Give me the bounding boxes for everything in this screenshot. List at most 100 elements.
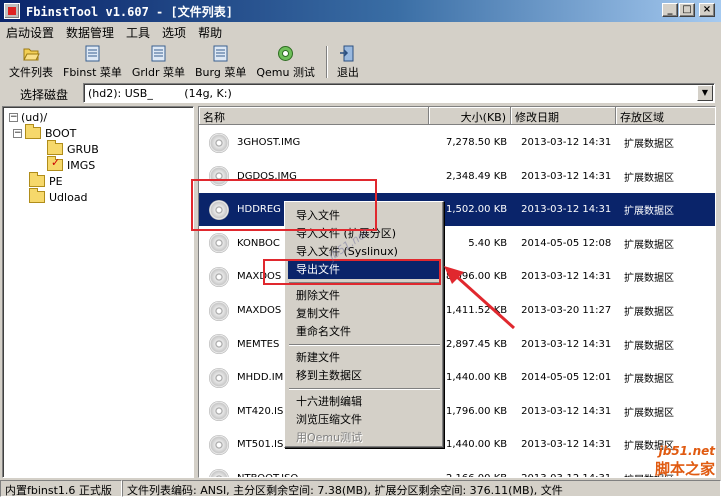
dropdown-arrow-icon[interactable]: ▼	[697, 85, 713, 101]
disc-image-icon	[209, 233, 229, 254]
file-date: 2013-03-12 14:31	[521, 137, 612, 148]
column-date[interactable]: 修改日期	[511, 107, 616, 125]
disc-image-icon	[209, 434, 229, 455]
file-area: 扩展数据区	[624, 340, 675, 352]
menu-tools[interactable]: 工具	[120, 22, 156, 41]
tree-node-label: PE	[49, 174, 63, 188]
file-area: 扩展数据区	[624, 407, 675, 419]
maximize-button[interactable]: □	[679, 3, 695, 17]
menu-startup-settings[interactable]: 启动设置	[0, 22, 60, 41]
folder-icon	[47, 140, 63, 155]
context-menu-item[interactable]: 十六进制编辑	[288, 393, 441, 411]
file-size: 2,897.45 KB	[445, 338, 508, 350]
collapse-icon[interactable]: −	[9, 112, 18, 122]
tree-node-label: IMGS	[67, 158, 96, 172]
context-menu-item: 用Qemu测试	[296, 431, 363, 444]
file-date: 2013-03-12 14:31	[521, 439, 612, 451]
disk-select-row: 选择磁盘 (hd2): USB_ (14g, K:) ▼	[0, 82, 721, 104]
context-menu-item[interactable]: 删除文件	[288, 287, 441, 305]
disc-image-icon	[209, 401, 229, 422]
disk-select-label: 选择磁盘	[20, 88, 69, 102]
site-watermark: jb51.net 脚本之家	[655, 444, 715, 479]
menu-data-management[interactable]: 数据管理	[60, 22, 120, 41]
file-area: 扩展数据区	[624, 172, 675, 184]
column-size[interactable]: 大小(KB)	[429, 107, 511, 125]
tree-node-pe[interactable]: PE	[29, 172, 63, 189]
context-menu-item[interactable]: 新建文件	[288, 349, 441, 367]
context-menu-item[interactable]: 复制文件	[288, 305, 441, 323]
column-area[interactable]: 存放区域	[616, 107, 715, 125]
file-row[interactable]: 3GHOST.IMG 7,278.50 KB 2013-03-12 14:31 扩展数…	[199, 126, 715, 159]
context-menu-item[interactable]: 浏览压缩文件	[288, 411, 441, 429]
menu-bar: 启动设置 数据管理 工具 选项 帮助	[0, 22, 721, 41]
file-row[interactable]: MHDD.IM 1,440.00 KB 2014-05-05 12:01 扩展数据区	[199, 361, 715, 394]
watermark-name: 脚本之家	[654, 460, 715, 478]
app-icon[interactable]	[4, 3, 20, 19]
file-size: 2,348.49 KB	[445, 170, 508, 182]
file-size: 1,440.00 KB	[445, 439, 508, 451]
grldr-menu-button[interactable]: Grldr 菜单	[127, 43, 190, 81]
tree-node-label: GRUB	[67, 142, 99, 156]
grldr-menu-label: Grldr 菜单	[131, 66, 185, 79]
exit-label: 退出	[336, 66, 359, 79]
menu-separator	[289, 344, 440, 346]
status-bar: 内置fbinst1.6 正式版 文件列表编码: ANSI, 主分区剩余空间: 7…	[0, 480, 721, 497]
exit-door-icon	[340, 45, 354, 62]
minimize-button[interactable]: _	[662, 3, 678, 17]
close-button[interactable]: ×	[699, 3, 715, 17]
status-disk-info: 文件列表编码: ANSI, 主分区剩余空间: 7.38(MB), 扩展分区剩余空…	[122, 480, 721, 497]
qemu-icon	[278, 46, 294, 61]
folder-tree[interactable]: − (ud)/ − BOOT GRUB IMGS PE Udload	[2, 106, 194, 478]
file-list-button[interactable]: 文件列表	[4, 43, 58, 81]
file-size: 1,502.00 KB	[445, 204, 508, 216]
qemu-test-label: Qemu 测试	[256, 66, 315, 79]
file-size: 2,166.00 KB	[435, 473, 515, 477]
collapse-icon[interactable]: −	[13, 128, 22, 138]
tree-node-grub[interactable]: GRUB	[47, 140, 99, 157]
toolbar: 文件列表 Fbinst 菜单 Grldr 菜单 Burg 菜单 Qemu 测试	[0, 43, 721, 81]
file-row[interactable]: MT420.IS 1,796.00 KB 2013-03-12 14:31 扩展数据区	[199, 395, 715, 428]
tree-node-label: (ud)/	[21, 110, 48, 124]
file-name: 3GHOST.IMG	[237, 137, 301, 148]
burg-menu-button[interactable]: Burg 菜单	[190, 43, 251, 81]
file-area: 扩展数据区	[624, 273, 675, 285]
menu-options[interactable]: 选项	[156, 22, 192, 41]
menu-doc-icon	[85, 45, 100, 62]
exit-button[interactable]: 退出	[332, 43, 364, 81]
disc-image-icon	[209, 132, 229, 153]
file-date: 2013-03-12 14:31	[521, 271, 612, 283]
file-area: 扩展数据区	[624, 139, 675, 150]
file-list-label: 文件列表	[9, 66, 53, 79]
file-row[interactable]: NTBOOT.ISO2,166.00 KB2013-03-12 14:31扩展数…	[199, 462, 715, 477]
file-size: 1,440.00 KB	[445, 372, 508, 384]
file-area: 扩展数据区	[624, 206, 675, 218]
menu-help[interactable]: 帮助	[192, 22, 228, 41]
file-name: NTBOOT.ISO	[237, 473, 435, 477]
qemu-test-button[interactable]: Qemu 测试	[251, 43, 320, 81]
context-menu-item[interactable]: 重命名文件	[288, 323, 441, 341]
tree-node-label: Udload	[49, 190, 88, 204]
folder-icon	[25, 124, 41, 139]
file-date: 2013-03-12 14:31	[521, 338, 612, 350]
tree-node-udload[interactable]: Udload	[29, 188, 88, 205]
watermark-url: jb51.net	[658, 444, 715, 458]
menu-doc-icon	[151, 45, 166, 62]
tree-node-boot[interactable]: − BOOT	[13, 124, 77, 141]
file-row[interactable]: MT501.IS 1,440.00 KB 2013-03-12 14:31 扩展数据区	[199, 428, 715, 461]
context-menu-item[interactable]: 移到主数据区	[288, 367, 441, 385]
file-area: 扩展数据区	[624, 307, 675, 318]
disc-image-icon	[209, 266, 229, 287]
toolbar-separator	[325, 46, 328, 78]
column-name[interactable]: 名称	[199, 107, 429, 125]
tree-node-imgs[interactable]: IMGS	[47, 156, 96, 173]
disk-select-dropdown[interactable]: (hd2): USB_ (14g, K:) ▼	[83, 83, 715, 103]
fbinst-menu-button[interactable]: Fbinst 菜单	[58, 43, 127, 81]
file-date: 2013-03-20 11:27	[521, 305, 612, 316]
file-row[interactable]: KONBOC 5.40 KB 2014-05-05 12:08 扩展数据区	[199, 227, 715, 260]
tree-node-label: BOOT	[45, 126, 77, 140]
tree-node-root[interactable]: − (ud)/	[9, 109, 47, 125]
title-bar[interactable]: FbinstTool v1.607 - [文件列表] _ □ ×	[0, 0, 721, 22]
fbinst-menu-label: Fbinst 菜单	[63, 66, 122, 79]
folder-icon	[29, 172, 45, 187]
file-size: 1,796.00 KB	[445, 405, 508, 417]
